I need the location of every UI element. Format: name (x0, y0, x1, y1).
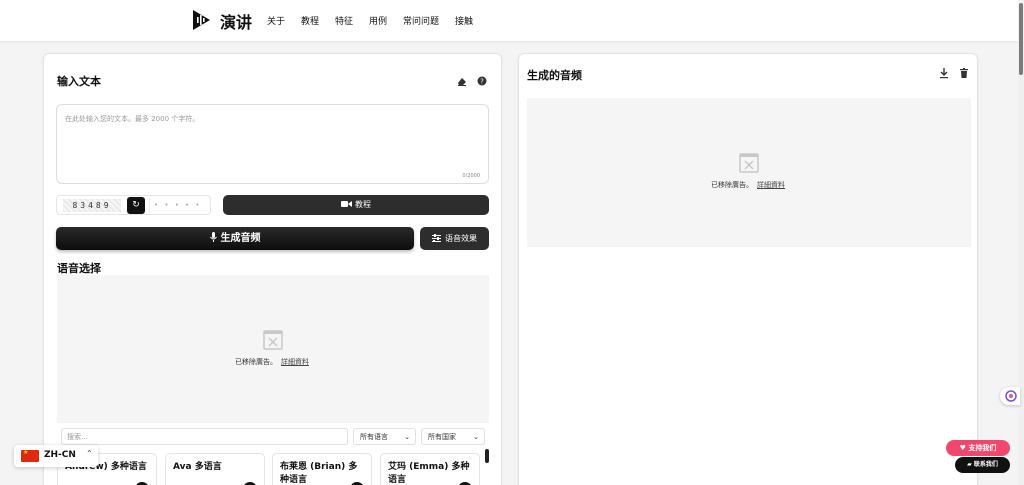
ad-removed-label: 已移除廣告。 (711, 181, 753, 189)
nav-about[interactable]: 关于 (267, 14, 285, 27)
top-navbar: 演讲 关于 教程 特征 用例 常问问题 接触 (0, 0, 1024, 41)
ad-removed-label: 已移除廣告。 (235, 358, 277, 366)
microphone-icon (209, 232, 217, 242)
language-filter-value: 所有语言 (360, 433, 388, 441)
ad-placeholder: 已移除廣告。 詳細資料 (527, 98, 971, 247)
text-input-card: 输入文本 ? 在此处输入您的文本。最多 2000 个字符。 0/2000 834… (43, 53, 502, 485)
china-flag-icon: ★ (21, 449, 39, 462)
ad-placeholder: 已移除廣告。 詳細資料 (57, 275, 489, 423)
nav-faq[interactable]: 常问问题 (403, 14, 439, 27)
voice-effects-button[interactable]: 语音效果 (420, 227, 489, 250)
download-icon[interactable] (938, 67, 950, 79)
nav-features[interactable]: 特征 (335, 14, 353, 27)
voice-card[interactable]: 布莱恩 (Brian) 多种语言 (272, 453, 372, 485)
char-counter: 0/2000 (462, 173, 480, 179)
captcha-image: 83489 (63, 199, 121, 212)
page-scrollbar-thumb[interactable] (1019, 3, 1023, 75)
voice-name: 布莱恩 (Brian) 多种语言 (280, 462, 358, 485)
sliders-icon (432, 234, 441, 242)
tutorial-button-label: 教程 (355, 200, 371, 209)
language-filter-select[interactable]: 所有语言 ⌄ (353, 428, 416, 445)
text-input-placeholder: 在此处输入您的文本。最多 2000 个字符。 (65, 115, 200, 123)
captcha-refresh-button[interactable]: ↻ (127, 197, 145, 214)
video-camera-icon (341, 201, 352, 207)
captcha-input[interactable]: • • • • • (149, 197, 209, 214)
country-filter-select[interactable]: 所有国家 ⌄ (421, 428, 485, 445)
tutorial-button[interactable]: 教程 (223, 195, 489, 215)
chevron-down-icon: ⌄ (473, 433, 479, 441)
voice-selection-title: 语音选择 (57, 262, 101, 275)
nav-use-cases[interactable]: 用例 (369, 14, 387, 27)
voice-name: Ava 多语言 (173, 462, 222, 472)
voice-list-scrollbar[interactable] (485, 449, 489, 463)
voice-effects-label: 语音效果 (445, 234, 477, 243)
output-title: 生成的音频 (527, 69, 582, 82)
page-scrollbar[interactable] (1018, 0, 1024, 485)
floating-widget-button[interactable] (1000, 387, 1020, 405)
nav-tutorial[interactable]: 教程 (301, 14, 319, 27)
language-code: ZH-CN (44, 450, 76, 460)
ad-removed-icon (263, 330, 283, 350)
ad-removed-icon (739, 153, 759, 173)
heart-icon: ♥ (959, 444, 966, 452)
generate-audio-button[interactable]: 生成音频 (56, 227, 414, 250)
generate-audio-label: 生成音频 (220, 233, 261, 244)
support-us-button[interactable]: ♥ 支持我们 (946, 440, 1010, 456)
nav-contact[interactable]: 接触 (455, 14, 473, 27)
trash-icon[interactable] (958, 67, 970, 79)
ad-removed-text: 已移除廣告。 詳細資料 (235, 357, 309, 367)
voice-search-input[interactable]: 搜索... (61, 428, 348, 445)
captcha-group: 83489 ↻ • • • • • (56, 195, 211, 215)
text-input-field[interactable]: 在此处输入您的文本。最多 2000 个字符。 0/2000 (56, 104, 489, 184)
ad-details-link[interactable]: 詳細資料 (281, 358, 309, 366)
country-filter-value: 所有国家 (428, 433, 456, 441)
voice-card[interactable]: 艾玛 (Emma) 多种语言 (380, 453, 480, 485)
voice-name: 艾玛 (Emma) 多种语言 (388, 462, 470, 485)
logo-icon[interactable] (191, 9, 211, 31)
support-us-label: 支持我们 (968, 444, 997, 452)
ai-assistant-icon (1005, 390, 1017, 402)
input-title: 输入文本 (57, 75, 101, 88)
refresh-icon: ↻ (132, 200, 140, 210)
ad-removed-text: 已移除廣告。 詳細資料 (711, 180, 785, 190)
help-icon[interactable]: ? (476, 75, 488, 87)
chevron-up-icon: ⌃ (86, 449, 93, 458)
audio-output-card: 生成的音频 已移除廣告。 詳細資料 (518, 53, 978, 485)
language-switcher[interactable]: ★ ZH-CN ⌃ (14, 445, 98, 467)
ad-details-link[interactable]: 詳細資料 (757, 181, 785, 189)
eraser-icon[interactable] (456, 75, 468, 87)
chevron-down-icon: ⌄ (404, 433, 410, 441)
contact-us-label: 联系我们 (973, 461, 998, 468)
voice-card[interactable]: Ava 多语言 (165, 453, 265, 485)
contact-us-button[interactable]: ▰ 联系我们 (955, 457, 1010, 473)
brand-name[interactable]: 演讲 (220, 9, 252, 33)
chat-icon: ▰ (967, 461, 972, 468)
svg-text:?: ? (480, 78, 484, 86)
